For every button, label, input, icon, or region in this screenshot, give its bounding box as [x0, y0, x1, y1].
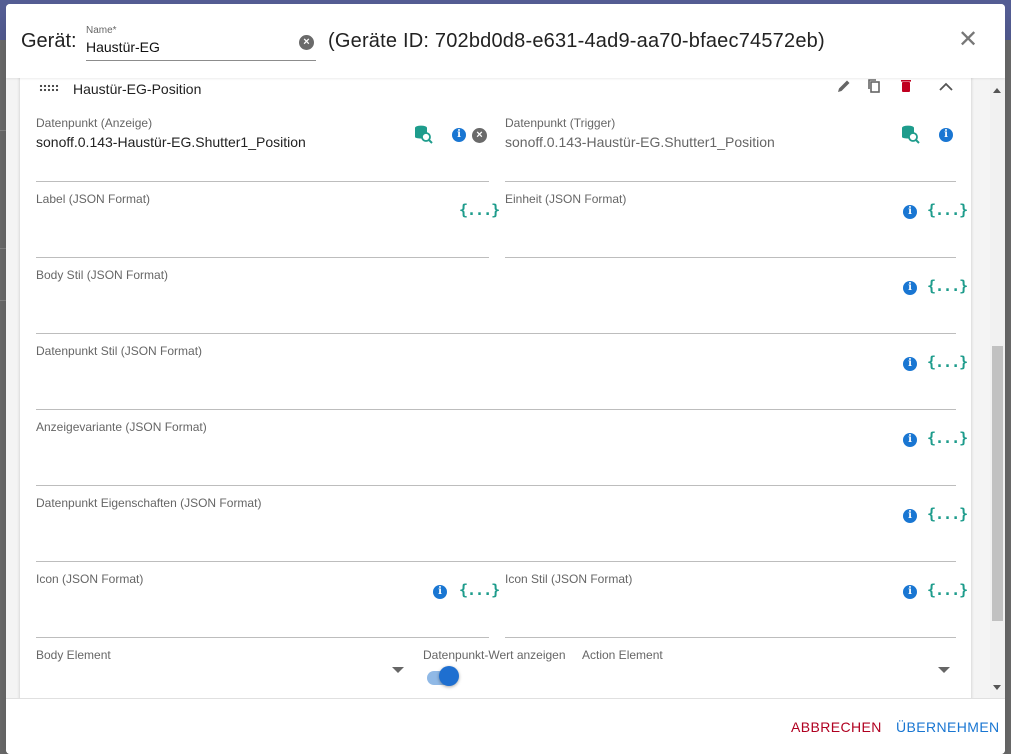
- json-editor-icon[interactable]: {...}: [927, 353, 968, 371]
- dp-properties-label: Datenpunkt Eigenschaften (JSON Format): [36, 496, 262, 510]
- info-icon[interactable]: i: [903, 205, 917, 219]
- dp-properties-field[interactable]: Datenpunkt Eigenschaften (JSON Format) i…: [36, 486, 968, 562]
- info-icon[interactable]: i: [452, 128, 466, 142]
- apply-button[interactable]: ÜBERNEHMEN: [896, 719, 1000, 735]
- dialog-header: Gerät: Name* Haustür-EG × (Geräte ID: 70…: [6, 4, 1005, 78]
- dropdown-arrow-icon[interactable]: [938, 667, 950, 673]
- clear-value-icon[interactable]: ×: [472, 128, 487, 143]
- info-icon[interactable]: i: [939, 128, 953, 142]
- unit-json-label: Einheit (JSON Format): [505, 192, 627, 206]
- close-dialog-icon[interactable]: ✕: [956, 28, 980, 52]
- info-icon[interactable]: i: [903, 585, 917, 599]
- scrollbar-thumb[interactable]: [992, 346, 1003, 621]
- scroll-down-arrow-icon[interactable]: [993, 685, 1001, 690]
- icon-json-label: Icon (JSON Format): [36, 572, 144, 586]
- action-element-label: Action Element: [582, 648, 663, 662]
- show-dp-value-label: Datenpunkt-Wert anzeigen: [423, 648, 566, 662]
- drag-handle-icon[interactable]: [39, 84, 59, 92]
- json-editor-icon[interactable]: {...}: [927, 277, 968, 295]
- json-editor-icon[interactable]: {...}: [927, 201, 968, 219]
- body-style-field[interactable]: Body Stil (JSON Format) i {...}: [36, 258, 968, 334]
- dp-style-label: Datenpunkt Stil (JSON Format): [36, 344, 203, 358]
- device-edit-dialog: Gerät: Name* Haustür-EG × (Geräte ID: 70…: [6, 4, 1005, 754]
- dp-trigger-field[interactable]: Datenpunkt (Trigger) sonoff.0.143-Haustü…: [505, 106, 956, 182]
- show-dp-value-toggle[interactable]: [439, 666, 459, 686]
- state-card: Haustür-EG-Position Datenpunkt (Anzeige)…: [20, 78, 971, 698]
- card-header: Haustür-EG-Position: [20, 78, 971, 108]
- dp-display-value[interactable]: sonoff.0.143-Haustür-EG.Shutter1_Positio…: [36, 134, 306, 150]
- json-editor-icon[interactable]: {...}: [459, 581, 500, 599]
- json-editor-icon[interactable]: {...}: [927, 581, 968, 599]
- unit-json-field[interactable]: Einheit (JSON Format) i {...}: [505, 182, 968, 258]
- dp-trigger-label: Datenpunkt (Trigger): [505, 116, 616, 130]
- icon-style-field[interactable]: Icon Stil (JSON Format) i {...}: [505, 562, 968, 638]
- collapse-chevron-icon[interactable]: [936, 78, 956, 98]
- action-element-select[interactable]: Action Element: [582, 638, 956, 698]
- info-icon[interactable]: i: [903, 433, 917, 447]
- body-element-label: Body Element: [36, 648, 111, 662]
- json-editor-icon[interactable]: {...}: [927, 429, 968, 447]
- card-title: Haustür-EG-Position: [73, 81, 202, 97]
- info-icon[interactable]: i: [433, 585, 447, 599]
- info-icon[interactable]: i: [903, 509, 917, 523]
- device-name-field[interactable]: Name* Haustür-EG ×: [86, 24, 316, 61]
- device-id-text: (Geräte ID: 702bd0d8-e631-4ad9-aa70-bfae…: [328, 30, 825, 52]
- icon-json-field[interactable]: Icon (JSON Format) i {...}: [36, 562, 500, 638]
- info-icon[interactable]: i: [903, 281, 917, 295]
- display-variant-field[interactable]: Anzeigevariante (JSON Format) i {...}: [36, 410, 968, 486]
- body-element-select[interactable]: Body Element: [36, 638, 410, 698]
- show-dp-value-field: Datenpunkt-Wert anzeigen: [423, 638, 570, 698]
- info-icon[interactable]: i: [903, 357, 917, 371]
- display-variant-label: Anzeigevariante (JSON Format): [36, 420, 207, 434]
- edit-pencil-icon[interactable]: [834, 78, 854, 98]
- dialog-footer: ABBRECHEN ÜBERNEHMEN: [6, 698, 1005, 754]
- content-scrollbar[interactable]: [990, 78, 1005, 698]
- delete-icon[interactable]: [896, 78, 916, 98]
- clear-name-icon[interactable]: ×: [299, 35, 314, 50]
- dp-display-field[interactable]: Datenpunkt (Anzeige) sonoff.0.143-Haustü…: [36, 106, 489, 182]
- scroll-up-arrow-icon[interactable]: [993, 88, 1001, 93]
- device-label: Gerät:: [21, 30, 77, 52]
- dropdown-arrow-icon[interactable]: [392, 667, 404, 673]
- icon-style-label: Icon Stil (JSON Format): [505, 572, 633, 586]
- dialog-content: Haustür-EG-Position Datenpunkt (Anzeige)…: [6, 78, 1005, 698]
- copy-icon[interactable]: [864, 78, 884, 98]
- device-name-label: Name*: [86, 25, 117, 36]
- dp-trigger-value[interactable]: sonoff.0.143-Haustür-EG.Shutter1_Positio…: [505, 134, 775, 150]
- json-editor-icon[interactable]: {...}: [927, 505, 968, 523]
- body-style-label: Body Stil (JSON Format): [36, 268, 169, 282]
- label-json-label: Label (JSON Format): [36, 192, 151, 206]
- object-browser-icon[interactable]: [413, 124, 433, 144]
- device-name-input[interactable]: Haustür-EG: [86, 39, 160, 55]
- json-editor-icon[interactable]: {...}: [459, 201, 500, 219]
- dp-style-field[interactable]: Datenpunkt Stil (JSON Format) i {...}: [36, 334, 968, 410]
- label-json-field[interactable]: Label (JSON Format) {...}: [36, 182, 500, 258]
- dp-display-label: Datenpunkt (Anzeige): [36, 116, 153, 130]
- object-browser-icon[interactable]: [900, 124, 920, 144]
- cancel-button[interactable]: ABBRECHEN: [791, 719, 882, 735]
